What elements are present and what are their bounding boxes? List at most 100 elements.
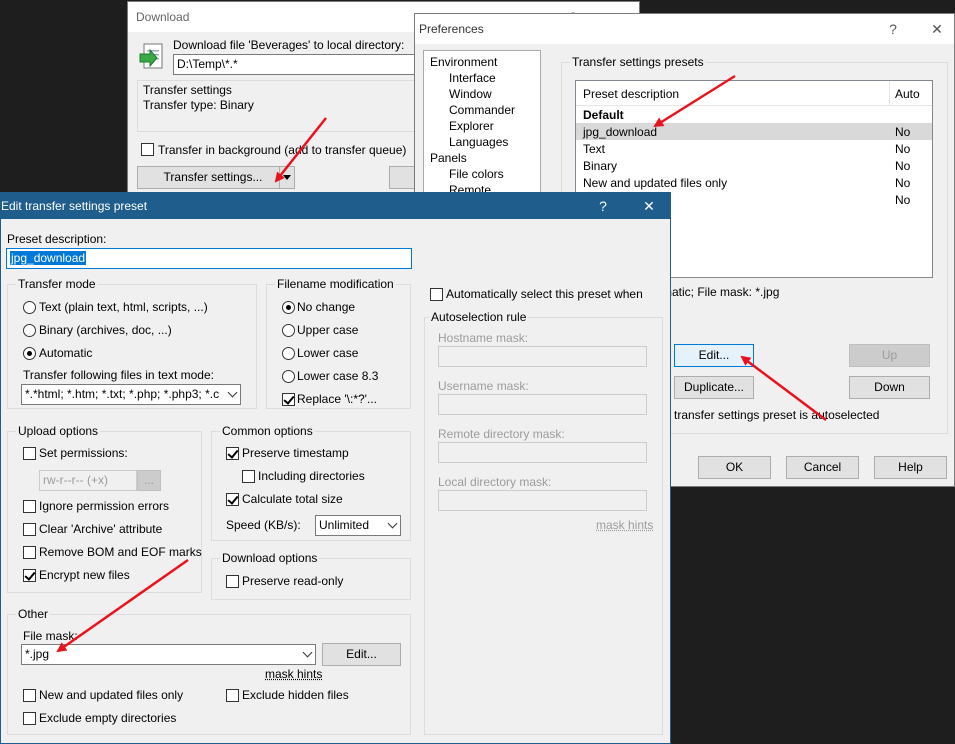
username-mask-input[interactable]	[438, 394, 647, 415]
preferences-help-btn[interactable]: Help	[874, 456, 947, 479]
set-permissions-label: Set permissions:	[39, 446, 128, 460]
chevron-down-icon	[387, 518, 398, 529]
dropdown-arrow-icon	[283, 175, 291, 180]
tree-item-window[interactable]: Window	[449, 87, 492, 101]
including-directories-label: Including directories	[258, 469, 365, 483]
preset-up-button-label: Up	[881, 348, 898, 362]
exclude-hidden-label: Exclude hidden files	[242, 688, 349, 702]
presets-list-header: Preset description Auto	[576, 81, 932, 106]
filename-replace-checkbox[interactable]	[282, 393, 295, 406]
encrypt-new-files-label: Encrypt new files	[39, 568, 130, 582]
set-permissions-checkbox[interactable]	[23, 447, 36, 460]
col-auto[interactable]: Auto	[895, 87, 920, 101]
preset-up-button[interactable]: Up	[849, 344, 930, 367]
download-options-label: Download options	[220, 551, 320, 565]
transfer-mode-text-radio[interactable]	[23, 301, 36, 314]
transfer-mode-automatic-radio[interactable]	[23, 347, 36, 360]
preserve-timestamp-label: Preserve timestamp	[242, 446, 349, 460]
tree-item-explorer[interactable]: Explorer	[449, 119, 494, 133]
file-mask-value: *.jpg	[25, 647, 50, 661]
chevron-down-icon	[227, 387, 238, 398]
preset-description-input[interactable]: jpg_download	[6, 248, 412, 269]
preset-duplicate-button-label: Duplicate...	[683, 380, 745, 394]
transfer-mode-binary-radio[interactable]	[23, 324, 36, 337]
ignore-permission-errors-checkbox[interactable]	[23, 500, 36, 513]
edit-preset-dialog: Edit transfer settings preset ? ✕ Preset…	[0, 192, 671, 744]
tree-item-interface[interactable]: Interface	[449, 71, 496, 85]
col-preset-description[interactable]: Preset description	[583, 87, 679, 101]
remote-dir-mask-input[interactable]	[438, 442, 647, 463]
preferences-help-button[interactable]: ?	[873, 14, 913, 44]
file-mask-input[interactable]: *.jpg	[21, 644, 316, 665]
preset-summary: matic; File mask: *.jpg	[662, 285, 780, 299]
tree-item-panels[interactable]: Panels	[430, 151, 467, 165]
local-dir-mask-input[interactable]	[438, 490, 647, 511]
calculate-total-size-checkbox[interactable]	[226, 493, 239, 506]
remove-bom-label: Remove BOM and EOF marks	[39, 545, 202, 559]
transfer-mode-label: Transfer mode	[16, 277, 98, 291]
filename-lower83-radio[interactable]	[282, 370, 295, 383]
transfer-settings-dropdown-button[interactable]	[279, 166, 295, 189]
preset-row[interactable]: Default	[576, 106, 932, 123]
transfer-settings-button-label: Transfer settings...	[163, 170, 263, 184]
preset-row[interactable]: Binary No	[576, 157, 932, 174]
preferences-help-label: Help	[898, 460, 923, 474]
preferences-cancel-button[interactable]: Cancel	[786, 456, 859, 479]
auto-select-label: Automatically select this preset when	[446, 287, 643, 301]
encrypt-new-files-checkbox[interactable]	[23, 569, 36, 582]
filename-no-change-radio[interactable]	[282, 301, 295, 314]
preferences-close-button[interactable]: ✕	[917, 14, 955, 44]
preset-edit-button[interactable]: Edit...	[674, 344, 754, 367]
preferences-ok-button[interactable]: OK	[698, 456, 771, 479]
presets-group-label: Transfer settings presets	[570, 55, 706, 69]
preserve-timestamp-checkbox[interactable]	[226, 447, 239, 460]
hostname-mask-input[interactable]	[438, 346, 647, 367]
preset-duplicate-button[interactable]: Duplicate...	[674, 376, 754, 399]
filename-replace-label: Replace '\:*?'...	[297, 392, 377, 406]
preset-row[interactable]: Text No	[576, 140, 932, 157]
tree-item-file-colors[interactable]: File colors	[449, 167, 504, 181]
clear-archive-checkbox[interactable]	[23, 523, 36, 536]
tree-item-environment[interactable]: Environment	[430, 55, 497, 69]
text-mode-files-label: Transfer following files in text mode:	[23, 368, 214, 382]
tree-item-languages[interactable]: Languages	[449, 135, 508, 149]
new-updated-checkbox[interactable]	[23, 689, 36, 702]
filename-lower-radio[interactable]	[282, 347, 295, 360]
remove-bom-checkbox[interactable]	[23, 546, 36, 559]
including-directories-checkbox[interactable]	[242, 470, 255, 483]
edit-preset-close-button[interactable]: ✕	[629, 193, 669, 219]
auto-select-checkbox[interactable]	[430, 288, 443, 301]
clear-archive-label: Clear 'Archive' attribute	[39, 522, 163, 536]
download-prompt: Download file 'Beverages' to local direc…	[173, 38, 405, 52]
preset-row-selected[interactable]: jpg_download No	[576, 123, 932, 140]
speed-select[interactable]: Unlimited	[315, 515, 401, 536]
preset-desc: jpg_download	[583, 125, 658, 139]
exclude-hidden-checkbox[interactable]	[226, 689, 239, 702]
background-transfer-checkbox[interactable]	[141, 143, 154, 156]
preserve-read-only-checkbox[interactable]	[226, 575, 239, 588]
preset-auto: No	[895, 125, 911, 139]
preset-desc: Default	[583, 108, 624, 122]
preset-desc: New and updated files only	[583, 176, 728, 190]
preset-down-button[interactable]: Down	[849, 376, 930, 399]
tree-item-commander[interactable]: Commander	[449, 103, 515, 117]
edit-preset-titlebar: Edit transfer settings preset ? ✕	[1, 193, 670, 219]
col-divider	[889, 81, 890, 105]
preferences-title: Preferences	[419, 22, 484, 36]
file-mask-edit-button[interactable]: Edit...	[322, 643, 401, 666]
transfer-mode-text-label: Text (plain text, html, scripts, ...)	[39, 300, 208, 314]
preset-row[interactable]: New and updated files only No	[576, 174, 932, 191]
filename-upper-radio[interactable]	[282, 324, 295, 337]
edit-preset-help-button[interactable]: ?	[583, 193, 623, 219]
preset-auto: No	[895, 142, 911, 156]
mask-hints-link[interactable]: mask hints	[265, 667, 322, 681]
exclude-empty-checkbox[interactable]	[23, 712, 36, 725]
filename-upper-label: Upper case	[297, 323, 359, 337]
autoselection-mask-hints[interactable]: mask hints	[596, 518, 653, 532]
text-mode-files-combo[interactable]: *.*html; *.htm; *.txt; *.php; *.php3; *.…	[21, 384, 241, 405]
transfer-settings-button[interactable]: Transfer settings...	[137, 166, 289, 189]
download-path-input[interactable]: D:\Temp\*.*	[173, 54, 423, 75]
filename-no-change-label: No change	[297, 300, 356, 314]
permissions-button[interactable]: ...	[137, 470, 161, 491]
permissions-input[interactable]: rw-r--r-- (+x)	[39, 470, 137, 491]
